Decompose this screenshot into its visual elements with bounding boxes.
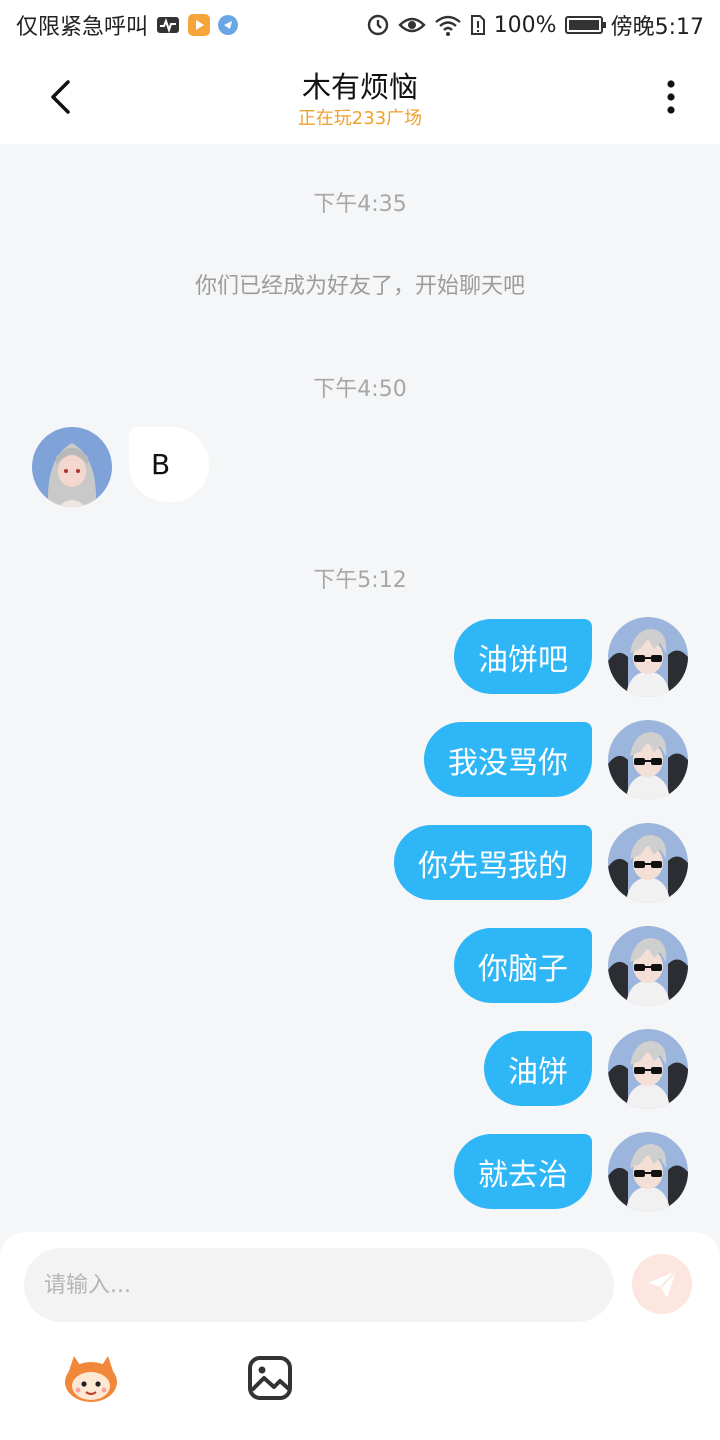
send-button[interactable]	[632, 1254, 692, 1314]
more-options-button[interactable]	[646, 72, 696, 122]
status-left: 仅限紧急呼叫	[16, 9, 239, 41]
avatar-image	[608, 926, 688, 1006]
composer-panel	[0, 1232, 720, 1440]
my-avatar[interactable]	[608, 823, 688, 903]
my-avatar[interactable]	[608, 1029, 688, 1109]
message-text: B	[151, 448, 171, 481]
status-right: 100% 傍晚5:17	[366, 9, 704, 41]
contact-status: 正在玩233广场	[297, 108, 423, 129]
carrier-text: 仅限紧急呼叫	[16, 15, 149, 40]
wifi-icon	[434, 14, 462, 36]
video-app-icon	[188, 14, 211, 36]
battery-icon	[564, 16, 606, 34]
outgoing-message-bubble[interactable]: 油饼	[484, 1031, 592, 1106]
outgoing-message-bubble[interactable]: 就去治	[454, 1134, 592, 1209]
image-icon	[248, 1356, 292, 1400]
timestamp: 下午4:50	[313, 377, 407, 402]
my-avatar[interactable]	[608, 720, 688, 800]
message-text: 油饼	[508, 1054, 568, 1090]
message-text: 你脑子	[478, 951, 568, 987]
outgoing-message-bubble[interactable]: 油饼吧	[454, 619, 592, 694]
chat-header: 木有烦恼 正在玩233广场	[0, 50, 720, 144]
contact-name: 木有烦恼	[301, 70, 418, 104]
outgoing-message-bubble[interactable]: 我没骂你	[424, 722, 592, 797]
contact-avatar[interactable]	[32, 427, 112, 507]
avatar-image	[608, 1029, 688, 1109]
battery-percent: 100%	[493, 12, 557, 38]
incoming-message-bubble[interactable]: B	[129, 427, 209, 502]
message-text: 油饼吧	[478, 642, 568, 678]
activity-icon	[156, 15, 180, 35]
my-avatar[interactable]	[608, 617, 688, 697]
avatar-image	[608, 1132, 688, 1212]
data-saver-icon	[366, 13, 390, 37]
mascot-emoji-icon	[65, 1356, 117, 1402]
outgoing-message-bubble[interactable]: 你脑子	[454, 928, 592, 1003]
more-vertical-icon	[667, 80, 675, 114]
image-picker-button[interactable]	[246, 1354, 294, 1402]
message-text: 我没骂你	[448, 745, 568, 781]
browser-app-icon	[218, 15, 239, 35]
emoji-button[interactable]	[60, 1352, 122, 1404]
my-avatar[interactable]	[608, 926, 688, 1006]
avatar-image	[608, 617, 688, 697]
status-bar: 仅限紧急呼叫 100% 傍晚5:17	[0, 0, 720, 50]
system-message: 你们已经成为好友了，开始聊天吧	[194, 274, 525, 299]
message-text: 你先骂我的	[418, 848, 568, 884]
sim-alert-icon	[470, 14, 486, 36]
message-input[interactable]	[24, 1248, 614, 1322]
outgoing-message-bubble[interactable]: 你先骂我的	[394, 825, 592, 900]
avatar-image	[608, 720, 688, 800]
my-avatar[interactable]	[608, 1132, 688, 1212]
message-text: 就去治	[478, 1157, 568, 1193]
eye-icon	[397, 15, 426, 35]
paper-plane-icon	[648, 1270, 677, 1298]
timestamp: 下午4:35	[313, 192, 407, 217]
avatar-image	[608, 823, 688, 903]
clock-text: 傍晚5:17	[610, 15, 704, 40]
timestamp: 下午5:12	[313, 568, 407, 593]
